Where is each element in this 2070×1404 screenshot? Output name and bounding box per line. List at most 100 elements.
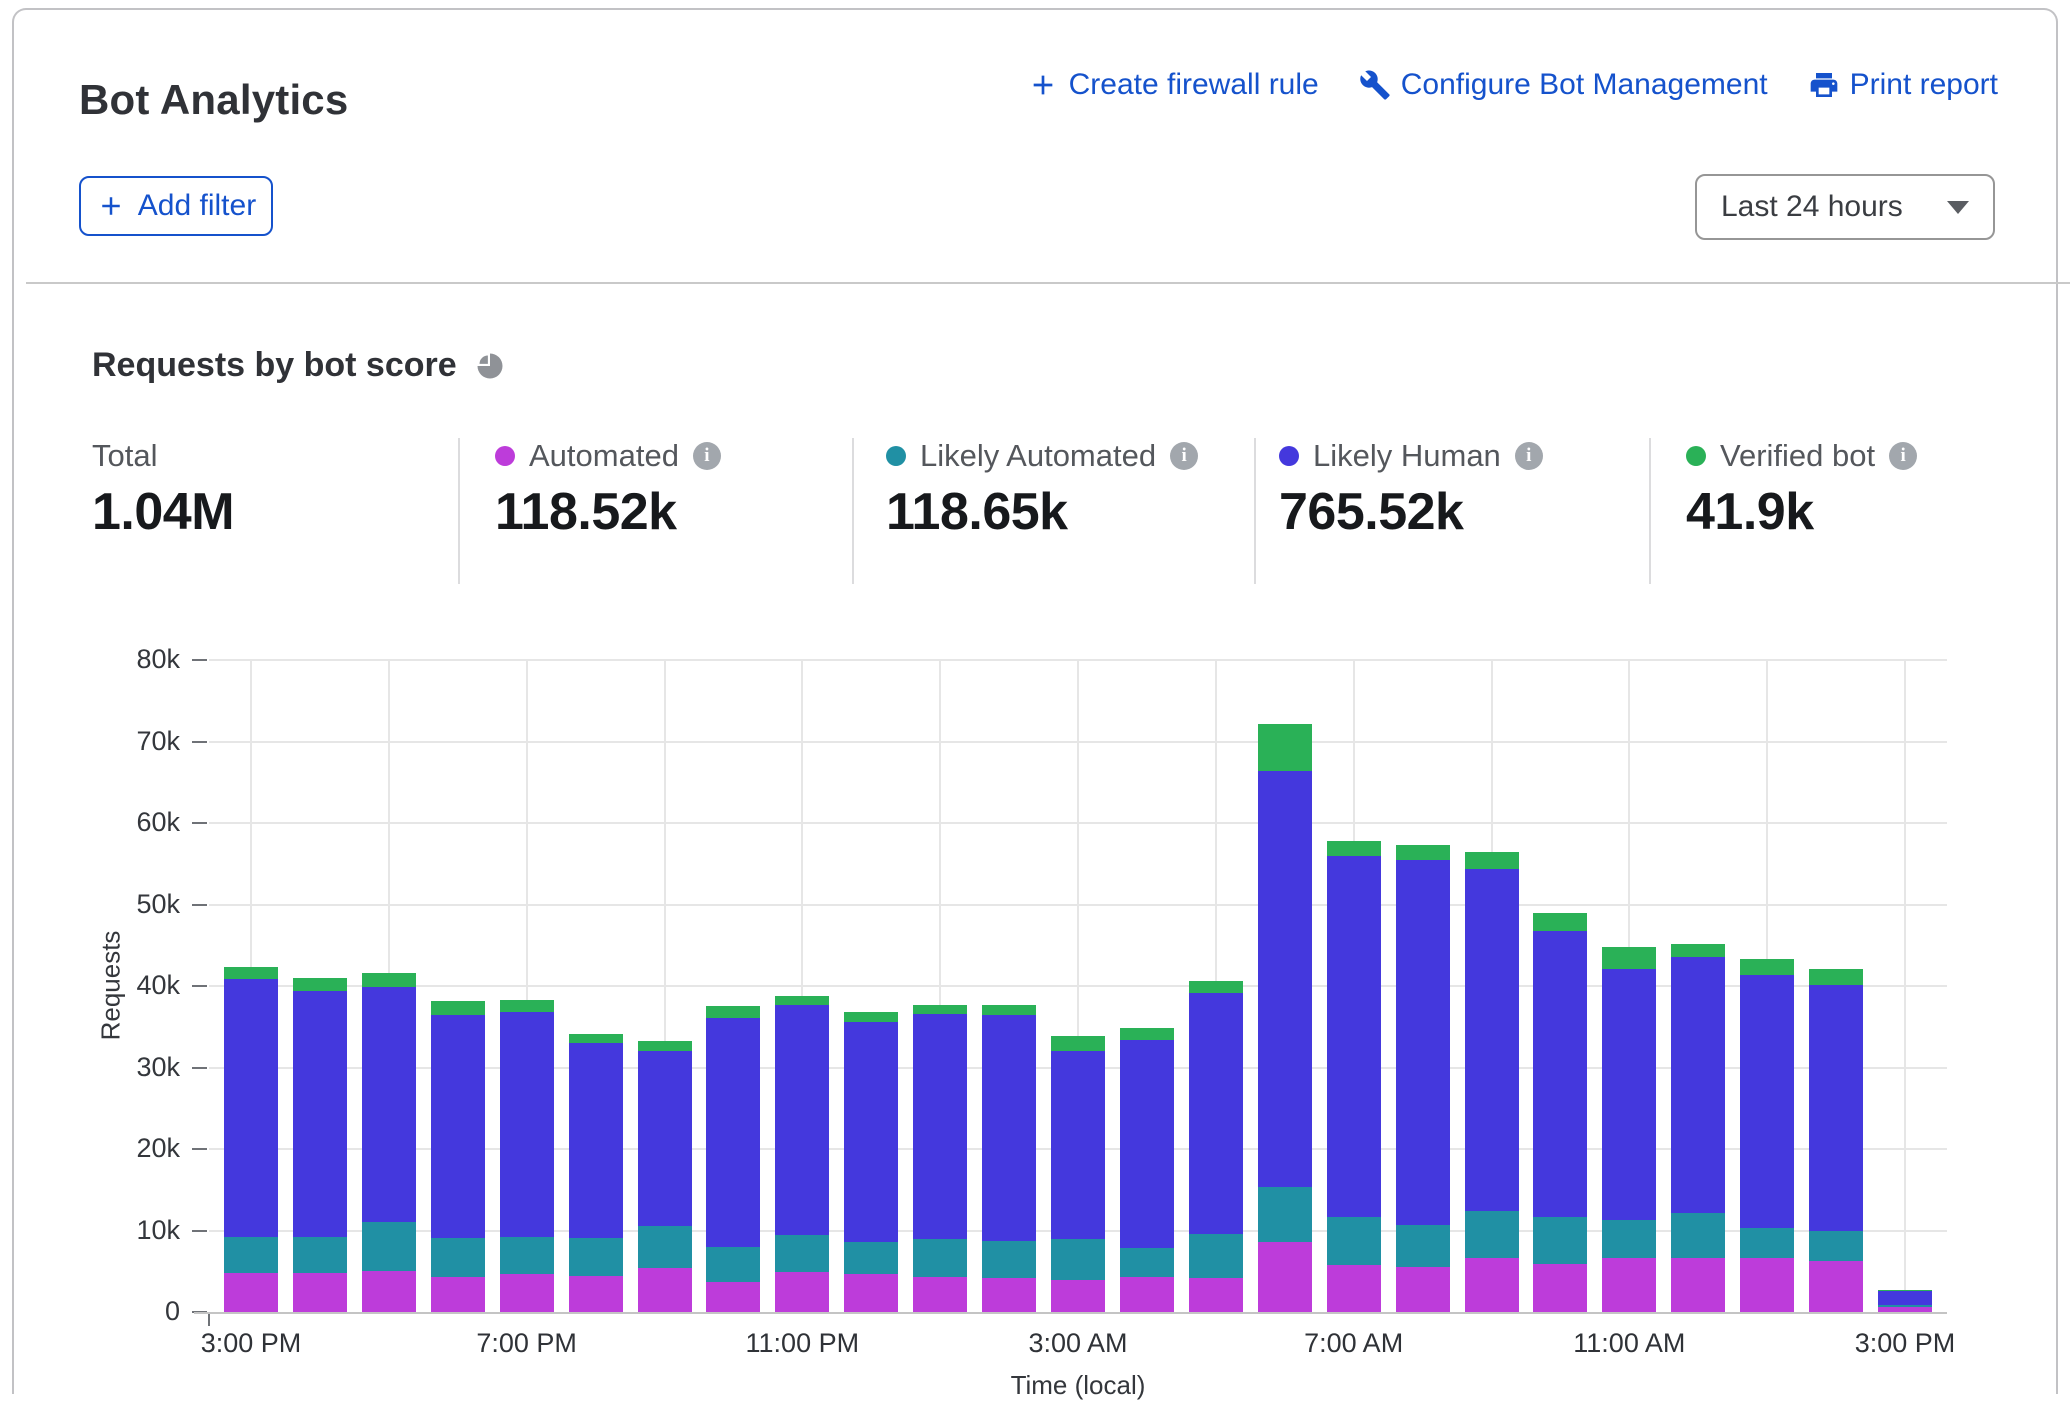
bar-segment-likely-automated xyxy=(500,1237,554,1274)
bar-segment-likely-automated xyxy=(1120,1248,1174,1277)
bar-segment-verified-bot xyxy=(1051,1036,1105,1051)
bar-400am[interactable] xyxy=(1120,1028,1174,1312)
bar-segment-likely-human xyxy=(1327,856,1381,1217)
bar-segment-verified-bot xyxy=(1189,981,1243,992)
bar-segment-likely-automated xyxy=(293,1237,347,1273)
bar-segment-verified-bot xyxy=(1258,724,1312,771)
info-icon[interactable]: i xyxy=(1170,442,1198,470)
bar-1100am[interactable] xyxy=(1602,947,1656,1312)
bar-segment-automated xyxy=(1602,1258,1656,1312)
bar-segment-automated xyxy=(362,1271,416,1312)
bar-segment-verified-bot xyxy=(362,973,416,987)
y-tick xyxy=(192,659,207,661)
likely-human-legend-dot xyxy=(1279,446,1299,466)
bar-200pm[interactable] xyxy=(1809,969,1863,1312)
bar-segment-automated xyxy=(1051,1280,1105,1312)
bar-700pm[interactable] xyxy=(500,1000,554,1312)
bar-600pm[interactable] xyxy=(431,1001,485,1312)
bar-segment-automated xyxy=(1327,1265,1381,1312)
bar-500am[interactable] xyxy=(1189,981,1243,1312)
y-tick xyxy=(192,1311,207,1313)
bar-segment-likely-human xyxy=(1465,869,1519,1211)
bar-900pm[interactable] xyxy=(638,1041,692,1312)
bar-segment-automated xyxy=(293,1273,347,1312)
bar-segment-verified-bot xyxy=(500,1000,554,1012)
bar-segment-verified-bot xyxy=(1740,959,1794,974)
y-axis-tick-label: 0 xyxy=(100,1296,180,1327)
add-filter-label: Add filter xyxy=(138,189,256,223)
section-title: Requests by bot score xyxy=(92,346,457,385)
bar-segment-automated xyxy=(638,1268,692,1312)
time-range-value: Last 24 hours xyxy=(1721,190,1947,224)
bar-100am[interactable] xyxy=(913,1005,967,1312)
bar-500pm[interactable] xyxy=(362,973,416,1312)
y-axis-tick-label: 10k xyxy=(100,1215,180,1246)
bar-segment-likely-human xyxy=(1396,860,1450,1224)
create-firewall-rule-link[interactable]: Create firewall rule xyxy=(1027,68,1319,102)
info-icon[interactable]: i xyxy=(1889,442,1917,470)
bar-600am[interactable] xyxy=(1258,724,1312,1312)
bar-segment-verified-bot xyxy=(1809,969,1863,985)
bar-segment-likely-automated xyxy=(569,1238,623,1276)
bar-300pm[interactable] xyxy=(224,967,278,1312)
bar-segment-likely-human xyxy=(775,1005,829,1235)
stat-total: Total1.04M xyxy=(92,438,234,542)
bar-800pm[interactable] xyxy=(569,1034,623,1312)
plus-icon xyxy=(96,191,126,221)
pie-chart-icon xyxy=(475,351,505,381)
bar-segment-likely-automated xyxy=(1327,1217,1381,1264)
bar-1100pm[interactable] xyxy=(775,996,829,1312)
gridline-h xyxy=(209,659,1947,661)
bar-segment-verified-bot xyxy=(706,1006,760,1017)
stat-verified-bot: Verified boti41.9k xyxy=(1686,438,1917,542)
bar-segment-likely-automated xyxy=(1533,1217,1587,1263)
info-icon[interactable]: i xyxy=(693,442,721,470)
bar-300am[interactable] xyxy=(1051,1036,1105,1312)
bar-1200pm[interactable] xyxy=(1671,944,1725,1312)
bar-300pm[interactable] xyxy=(1878,1290,1932,1312)
bar-800am[interactable] xyxy=(1396,845,1450,1312)
bar-segment-likely-human xyxy=(1671,957,1725,1212)
gridline-h xyxy=(209,822,1947,824)
y-axis-tick-label: 20k xyxy=(100,1133,180,1164)
bar-700am[interactable] xyxy=(1327,841,1381,1312)
bar-segment-automated xyxy=(500,1274,554,1312)
bar-segment-automated xyxy=(1740,1258,1794,1312)
configure-bot-management-link[interactable]: Configure Bot Management xyxy=(1359,68,1768,102)
bar-segment-likely-human xyxy=(638,1051,692,1225)
bar-segment-likely-automated xyxy=(1809,1231,1863,1261)
bar-segment-likely-automated xyxy=(982,1241,1036,1278)
info-icon[interactable]: i xyxy=(1515,442,1543,470)
bar-900am[interactable] xyxy=(1465,852,1519,1312)
bar-segment-likely-automated xyxy=(1740,1228,1794,1258)
stat-likely-automated: Likely Automatedi118.65k xyxy=(886,438,1198,542)
bar-segment-likely-human xyxy=(913,1014,967,1240)
bar-200am[interactable] xyxy=(982,1005,1036,1312)
bar-400pm[interactable] xyxy=(293,978,347,1312)
stat-label: Likely Automated xyxy=(920,438,1156,474)
verified-bot-legend-dot xyxy=(1686,446,1706,466)
stat-label: Likely Human xyxy=(1313,438,1501,474)
bar-segment-likely-human xyxy=(1740,975,1794,1228)
y-tick xyxy=(192,741,207,743)
bar-segment-likely-automated xyxy=(1396,1225,1450,1267)
x-axis-title: Time (local) xyxy=(928,1370,1228,1401)
likely-automated-legend-dot xyxy=(886,446,906,466)
header-divider xyxy=(26,282,2070,284)
bar-segment-automated xyxy=(1258,1242,1312,1312)
bar-1000pm[interactable] xyxy=(706,1006,760,1312)
add-filter-button[interactable]: Add filter xyxy=(79,176,273,236)
stat-divider xyxy=(1254,438,1256,584)
bar-100pm[interactable] xyxy=(1740,959,1794,1312)
time-range-select[interactable]: Last 24 hours xyxy=(1695,174,1995,240)
bar-segment-likely-automated xyxy=(775,1235,829,1272)
bar-segment-likely-human xyxy=(1878,1291,1932,1305)
bar-segment-automated xyxy=(1189,1278,1243,1312)
x-axis-tick-label: 11:00 PM xyxy=(702,1328,902,1359)
print-report-link[interactable]: Print report xyxy=(1808,68,1998,102)
bar-segment-likely-automated xyxy=(706,1247,760,1282)
bar-1000am[interactable] xyxy=(1533,913,1587,1312)
stat-value: 41.9k xyxy=(1686,482,1917,542)
bar-segment-automated xyxy=(982,1278,1036,1312)
bar-1200am[interactable] xyxy=(844,1012,898,1312)
